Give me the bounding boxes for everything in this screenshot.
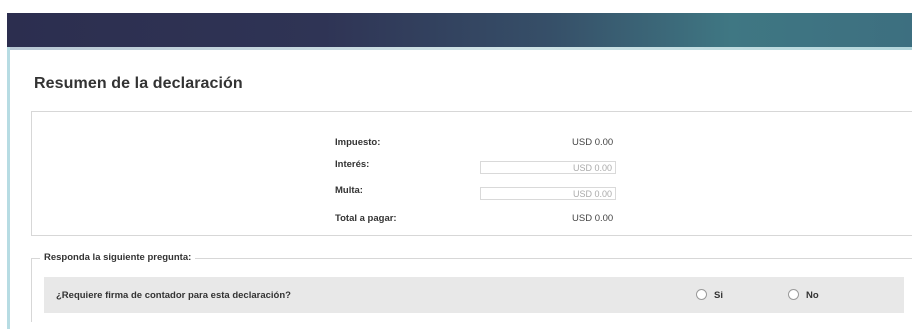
multa-label: Multa: (335, 185, 363, 196)
multa-field[interactable] (480, 187, 616, 200)
total-label: Total a pagar: (335, 213, 397, 224)
radio-button-icon[interactable] (788, 289, 799, 300)
interes-label: Interés: (335, 159, 370, 170)
interes-field[interactable] (480, 161, 616, 174)
header-underline (7, 47, 912, 50)
impuesto-label: Impuesto: (335, 137, 381, 148)
page-title: Resumen de la declaración (34, 75, 243, 92)
radio-label-no[interactable]: No (806, 290, 819, 301)
impuesto-value: USD 0.00 (572, 137, 614, 148)
question-text: ¿Requiere firma de contador para esta de… (56, 290, 291, 301)
top-margin (0, 0, 912, 13)
radio-label-si[interactable]: Si (714, 290, 723, 301)
question-legend: Responda la siguiente pregunta: (40, 252, 196, 263)
radio-button-icon[interactable] (696, 289, 707, 300)
left-accent-rule (7, 47, 10, 329)
summary-panel (31, 111, 912, 236)
header-banner (7, 13, 912, 47)
question-row: ¿Requiere firma de contador para esta de… (44, 277, 904, 313)
total-value: USD 0.00 (572, 213, 614, 224)
